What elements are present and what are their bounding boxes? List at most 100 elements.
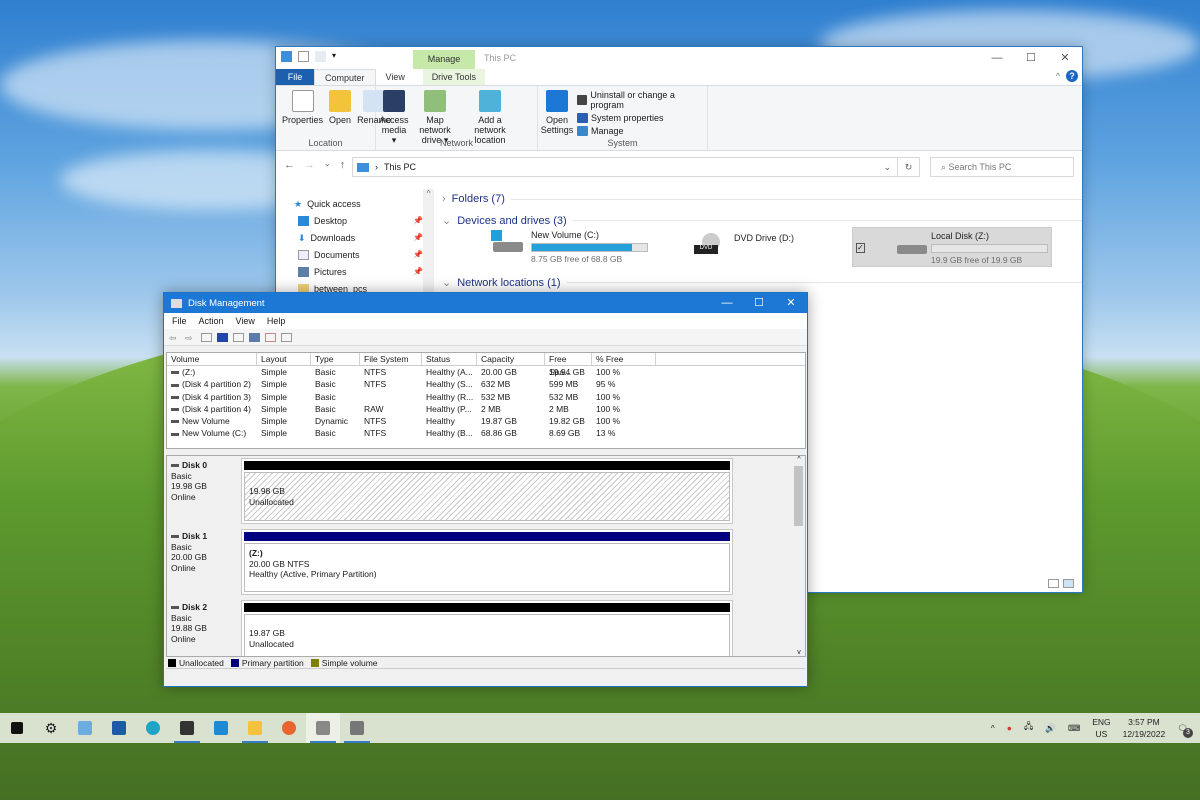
taskbar-remote-desktop[interactable] (68, 713, 102, 743)
network-icon[interactable]: 🖧 (1024, 721, 1033, 735)
clock[interactable]: 3:57 PM 12/19/2022 (1123, 716, 1166, 740)
partition-block[interactable]: 19.98 GB Unallocated (241, 458, 733, 524)
table-row[interactable]: (Disk 4 partition 2) Simple Basic NTFS Healt… (167, 378, 805, 390)
menu-help[interactable]: Help (267, 316, 286, 326)
new-folder-qat-icon[interactable] (315, 51, 326, 62)
address-bar[interactable]: › This PC ⌄ (352, 157, 898, 177)
forward-icon[interactable]: ⇨ (185, 333, 196, 343)
taskbar-device-manager[interactable] (340, 713, 374, 743)
properties-qat-icon[interactable] (298, 51, 309, 62)
security-alert-icon[interactable]: ● (1007, 723, 1012, 733)
menu-action[interactable]: Action (199, 316, 224, 326)
nav-item-desktop[interactable]: Desktop (298, 216, 347, 226)
taskbar-terminal[interactable] (170, 713, 204, 743)
back-arrow-icon[interactable]: ← (284, 159, 295, 171)
taskbar-vscode[interactable] (204, 713, 238, 743)
maximize-button[interactable]: ☐ (743, 293, 775, 313)
menu-view[interactable]: View (236, 316, 255, 326)
keyboard-icon[interactable]: ⌨ (1068, 723, 1080, 734)
minimize-button[interactable]: — (980, 47, 1014, 69)
volume-list[interactable]: Volume Layout Type File System Status Capacit… (166, 352, 806, 449)
column-header[interactable]: Capacity (477, 353, 545, 365)
large-icons-view-icon[interactable] (1063, 579, 1074, 588)
tab-computer[interactable]: Computer (314, 69, 376, 85)
taskbar-firefox[interactable] (272, 713, 306, 743)
partition-block[interactable]: 19.87 GB Unallocated (241, 600, 733, 656)
table-row[interactable]: New Volume (C:) Simple Basic NTFS Healthy (B… (167, 427, 805, 439)
drive-d[interactable]: DVD DVD Drive (D:) (694, 233, 794, 259)
refresh-button[interactable]: ↻ (898, 157, 920, 177)
forward-arrow-icon[interactable]: → (304, 159, 315, 171)
table-row[interactable]: New Volume Simple Dynamic NTFS Healthy 19.87 … (167, 415, 805, 427)
start-button[interactable] (0, 713, 34, 743)
taskbar-settings[interactable]: ⚙ (34, 713, 68, 743)
nav-item-pictures[interactable]: Pictures (298, 267, 347, 277)
recent-dropdown-icon[interactable]: ⌄ (324, 159, 331, 171)
column-header[interactable]: Free Spa... (545, 353, 592, 377)
table-row[interactable]: (Disk 4 partition 3) Simple Basic Healthy (… (167, 391, 805, 403)
column-header[interactable]: % Free (592, 353, 656, 365)
section-network-locations[interactable]: ⌄ Network locations (1) (442, 276, 1082, 289)
show-pane-icon[interactable] (233, 332, 244, 342)
system-properties-link[interactable]: System properties (577, 113, 704, 123)
menu-file[interactable]: File (172, 316, 187, 326)
search-input[interactable]: ⌕ Search This PC (930, 157, 1074, 177)
column-header[interactable]: Layout (257, 353, 311, 365)
taskbar-edge[interactable] (136, 713, 170, 743)
taskbar-store[interactable] (102, 713, 136, 743)
disk-graph-view[interactable]: Disk 0 Basic 19.98 GB Online 19.98 GB Unallo… (166, 455, 806, 657)
manage-link[interactable]: Manage (577, 126, 704, 136)
scroll-up-icon[interactable]: ^ (793, 456, 805, 463)
notifications-button[interactable]: 🗨 3 (1177, 723, 1193, 738)
scroll-up-icon[interactable]: ^ (423, 189, 434, 198)
section-devices[interactable]: ⌄ Devices and drives (3) (442, 214, 1082, 227)
disk-label[interactable]: Disk 0 Basic 19.98 GB Online (171, 460, 241, 524)
disk-row[interactable]: Disk 1 Basic 20.00 GB Online (Z:) 20.00 GB N… (167, 527, 795, 597)
title-bar[interactable]: Disk Management — ☐ ✕ (164, 293, 807, 313)
uninstall-program-link[interactable]: Uninstall or change a program (577, 90, 704, 110)
minimize-button[interactable]: — (711, 293, 743, 313)
disk-management-window[interactable]: Disk Management — ☐ ✕ File Action View Hel… (163, 292, 808, 687)
column-header[interactable]: Volume (167, 353, 257, 365)
drive-z[interactable]: ✓ Local Disk (Z:) 19.9 GB free of 19.9 GB (852, 227, 1052, 267)
tab-drive-tools[interactable]: Drive Tools (422, 69, 485, 85)
partition-block[interactable]: (Z:) 20.00 GB NTFS Healthy (Active, Primar… (241, 529, 733, 595)
language-indicator[interactable]: ENG US (1092, 716, 1110, 740)
help-icon[interactable]: ? (1066, 70, 1078, 82)
column-header[interactable]: Type (311, 353, 360, 365)
show-hidden-icons[interactable]: ^ (991, 723, 995, 733)
back-icon[interactable]: ⇦ (169, 333, 180, 343)
collapse-ribbon-icon[interactable]: ^ (1056, 71, 1060, 81)
title-bar[interactable]: ▾ Manage This PC — ☐ ✕ (276, 47, 1082, 69)
close-button[interactable]: ✕ (775, 293, 807, 313)
graph-scrollbar[interactable]: ^ v (793, 456, 805, 656)
disk-row[interactable]: Disk 2 Basic 19.88 GB Online 19.87 GB Unallo… (167, 598, 795, 656)
help-icon[interactable] (217, 332, 228, 342)
connect-icon[interactable] (249, 332, 260, 342)
column-header[interactable]: Status (422, 353, 477, 365)
column-header[interactable]: File System (360, 353, 422, 365)
table-row[interactable]: (Z:) Simple Basic NTFS Healthy (A... 20.00 GB… (167, 366, 805, 378)
disk-label[interactable]: Disk 1 Basic 20.00 GB Online (171, 531, 241, 595)
qat-dropdown-icon[interactable]: ▾ (332, 51, 343, 62)
tab-file[interactable]: File (276, 69, 314, 85)
maximize-button[interactable]: ☐ (1014, 47, 1048, 69)
nav-item-downloads[interactable]: ⬇ Downloads (298, 233, 355, 243)
address-dropdown-icon[interactable]: ⌄ (883, 162, 891, 173)
details-view-icon[interactable] (1048, 579, 1059, 588)
properties-icon[interactable] (281, 332, 292, 342)
drive-c[interactable]: New Volume (C:) 8.75 GB free of 68.8 GB (491, 230, 648, 264)
up-arrow-icon[interactable]: ↑ (340, 159, 346, 171)
checklist-icon[interactable] (265, 332, 276, 342)
disk-label[interactable]: Disk 2 Basic 19.88 GB Online (171, 602, 241, 656)
table-row[interactable]: (Disk 4 partition 4) Simple Basic RAW Health… (167, 403, 805, 415)
taskbar-disk-management[interactable] (306, 713, 340, 743)
scroll-down-icon[interactable]: v (793, 649, 805, 656)
breadcrumb-this-pc[interactable]: This PC (384, 162, 416, 172)
taskbar-file-explorer[interactable] (238, 713, 272, 743)
nav-quick-access[interactable]: ★ Quick access (294, 199, 361, 209)
show-hide-console-icon[interactable] (201, 332, 212, 342)
tab-view[interactable]: View (376, 69, 415, 85)
nav-item-documents[interactable]: Documents (298, 250, 360, 260)
scrollbar-thumb[interactable] (794, 466, 803, 526)
